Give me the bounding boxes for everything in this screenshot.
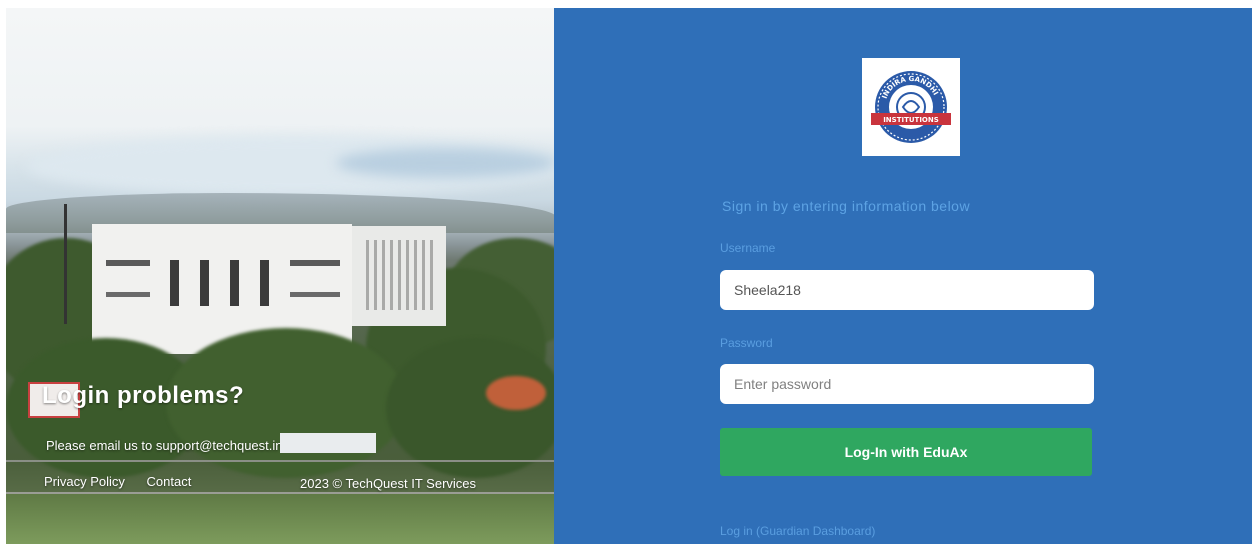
window (260, 260, 269, 306)
password-label: Password (720, 336, 773, 350)
ribbon-text: INSTITUTIONS (883, 116, 939, 124)
support-email-text: Please email us to support@techquest.in (46, 438, 283, 453)
footer-links: Privacy Policy Contact (44, 474, 209, 489)
road-line (6, 460, 556, 462)
contact-link[interactable]: Contact (147, 474, 192, 489)
window (106, 292, 150, 297)
grass (6, 494, 556, 544)
tree (386, 338, 556, 478)
window (230, 260, 239, 306)
login-panel: INDIRA GANDHI INSTITUTIONS Sign in by en… (554, 8, 1252, 544)
username-input[interactable] (720, 270, 1094, 310)
institution-seal-logo: INDIRA GANDHI INSTITUTIONS (871, 71, 951, 143)
password-input[interactable] (720, 364, 1094, 404)
window (366, 240, 436, 310)
campus-photo-panel: Login problems? Please email us to suppo… (6, 8, 556, 544)
copyright-text: 2023 © TechQuest IT Services (300, 476, 477, 491)
logo-container: INDIRA GANDHI INSTITUTIONS (862, 58, 960, 156)
guardian-login-link[interactable]: Log in (Guardian Dashboard) (720, 524, 875, 538)
login-problems-heading: Login problems? (42, 382, 245, 409)
window (170, 260, 179, 306)
flowering-tree (486, 376, 546, 410)
window (290, 292, 340, 297)
username-label: Username (720, 241, 776, 255)
window (106, 260, 150, 266)
pole (64, 204, 67, 324)
cloud (336, 148, 556, 178)
login-submit-button[interactable]: Log-In with EduAx (720, 428, 1092, 476)
redacted-email-mask (280, 433, 376, 453)
sign-in-subtitle: Sign in by entering information below (722, 198, 971, 214)
privacy-policy-link[interactable]: Privacy Policy (44, 474, 125, 489)
window (200, 260, 209, 306)
window (290, 260, 340, 266)
